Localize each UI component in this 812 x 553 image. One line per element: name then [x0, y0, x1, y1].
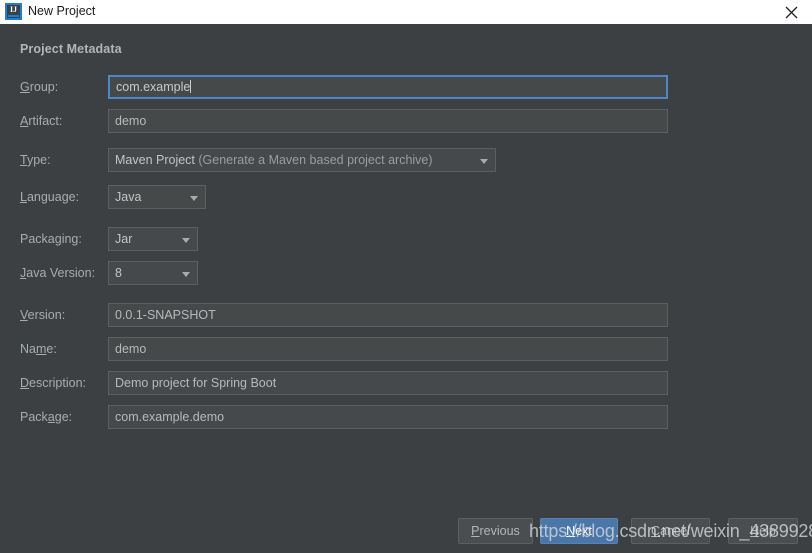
chevron-down-icon	[182, 272, 190, 277]
close-icon[interactable]	[770, 0, 812, 24]
type-value-hint: (Generate a Maven based project archive)	[198, 153, 433, 167]
text-caret	[190, 80, 192, 93]
window-titlebar: IJ New Project	[0, 0, 812, 24]
chevron-down-icon	[480, 159, 488, 164]
label-description: Description:	[20, 376, 87, 390]
label-version: Version:	[20, 308, 66, 322]
label-artifact: Artifact:	[20, 114, 63, 128]
type-combobox[interactable]: Maven Project (Generate a Maven based pr…	[108, 148, 496, 172]
field-row-name: Name: demo	[0, 337, 812, 361]
field-row-language: Language: Java	[0, 185, 812, 209]
version-input[interactable]: 0.0.1-SNAPSHOT	[108, 303, 668, 327]
group-input[interactable]: com.example	[108, 75, 668, 99]
chevron-down-icon	[182, 238, 190, 243]
intellij-idea-icon: IJ	[5, 3, 22, 20]
artifact-input[interactable]: demo	[108, 109, 668, 133]
java-version-combobox[interactable]: 8	[108, 261, 198, 285]
field-row-group: Group: com.example	[0, 75, 812, 99]
label-language: Language:	[20, 190, 80, 204]
section-title: Project Metadata	[20, 42, 122, 56]
label-type: Type:	[20, 153, 51, 167]
label-java-version: Java Version:	[20, 266, 96, 280]
packaging-combobox[interactable]: Jar	[108, 227, 198, 251]
java-version-value: 8	[115, 266, 122, 280]
window-title: New Project	[28, 4, 96, 18]
chevron-down-icon	[190, 196, 198, 201]
language-value: Java	[115, 190, 142, 204]
field-row-type: Type: Maven Project (Generate a Maven ba…	[0, 148, 812, 172]
label-group: Group:	[20, 80, 59, 94]
field-row-artifact: Artifact: demo	[0, 109, 812, 133]
label-name: Name:	[20, 342, 57, 356]
field-row-description: Description: Demo project for Spring Boo…	[0, 371, 812, 395]
next-button[interactable]: Next	[540, 518, 618, 544]
field-row-java-version: Java Version: 8	[0, 261, 812, 285]
field-row-packaging: Packaging: Jar	[0, 227, 812, 251]
packaging-value: Jar	[115, 232, 133, 246]
package-input[interactable]: com.example.demo	[108, 405, 668, 429]
dialog-content: Project Metadata Group: com.example Arti…	[0, 24, 812, 553]
language-combobox[interactable]: Java	[108, 185, 206, 209]
field-row-version: Version: 0.0.1-SNAPSHOT	[0, 303, 812, 327]
help-button[interactable]: Help	[728, 518, 798, 544]
label-package: Package:	[20, 410, 73, 424]
previous-button[interactable]: Previous	[458, 518, 533, 544]
label-packaging: Packaging:	[20, 232, 82, 246]
description-input[interactable]: Demo project for Spring Boot	[108, 371, 668, 395]
name-input[interactable]: demo	[108, 337, 668, 361]
field-row-package: Package: com.example.demo	[0, 405, 812, 429]
type-value: Maven Project	[115, 153, 195, 167]
cancel-button[interactable]: Cancel	[631, 518, 710, 544]
